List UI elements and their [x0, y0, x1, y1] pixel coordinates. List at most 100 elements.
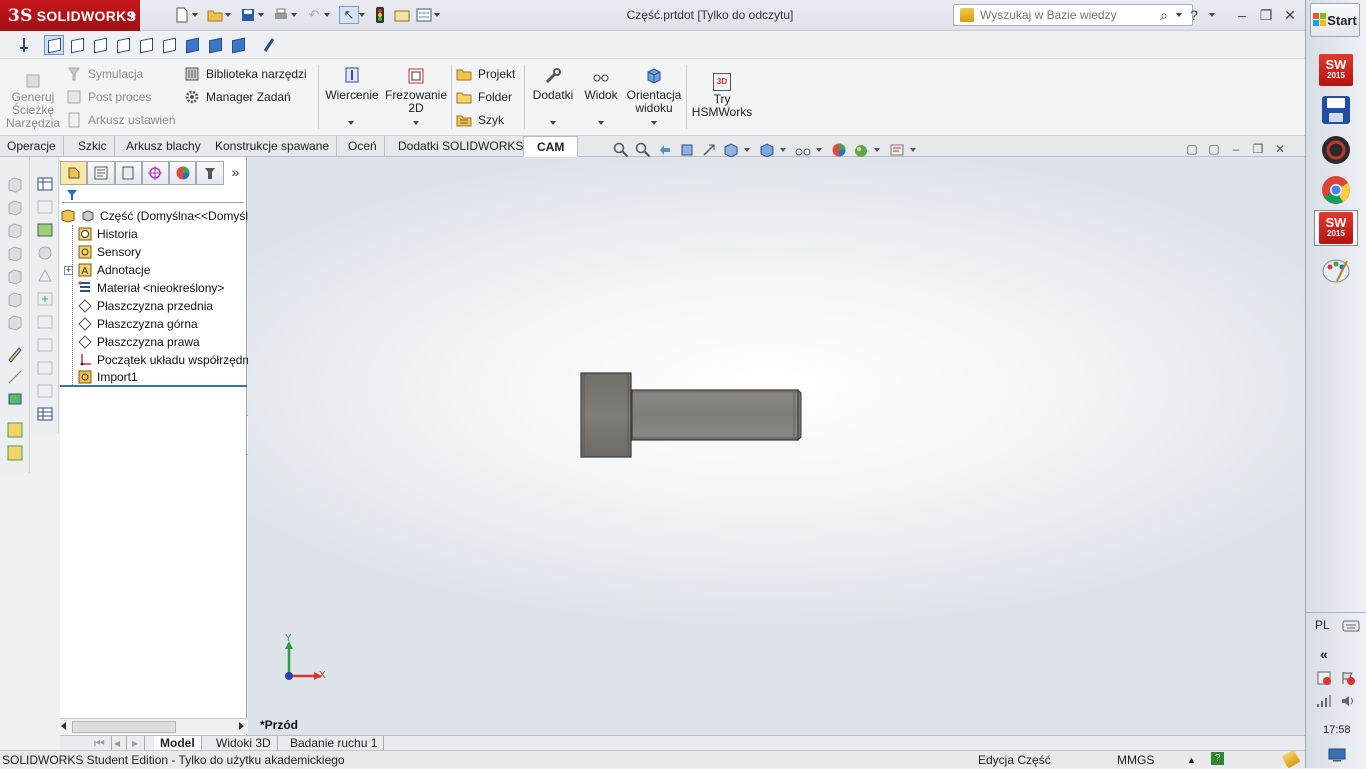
- undo-icon[interactable]: ↶: [304, 6, 324, 24]
- viewport-tile-right-icon[interactable]: ▢: [1207, 142, 1221, 156]
- save-icon[interactable]: [238, 6, 258, 24]
- start-button[interactable]: Start: [1310, 3, 1360, 37]
- setup-sheet-button[interactable]: Arkusz ustawień: [66, 112, 175, 128]
- feature-tree-filter[interactable]: [62, 187, 244, 203]
- bolt-model[interactable]: [580, 372, 802, 458]
- milling-2d-button[interactable]: Frezowanie 2D: [384, 66, 448, 115]
- display-manager-tab-icon[interactable]: [169, 161, 197, 185]
- tab-scroll-prev-icon[interactable]: ◂: [108, 736, 128, 750]
- view-orientation-button[interactable]: Orientacja widoku: [625, 66, 683, 115]
- thickness-analysis-icon[interactable]: [36, 382, 54, 400]
- taskbar-chrome[interactable]: [1314, 172, 1358, 208]
- feature-tree-tab-icon[interactable]: [60, 161, 88, 185]
- taskbar-save-app[interactable]: [1314, 92, 1358, 128]
- graphics-area[interactable]: Y X *Przód: [248, 157, 1305, 735]
- gear-icon[interactable]: [36, 244, 54, 262]
- tree-item-front-plane[interactable]: Płaszczyzna przednia: [60, 297, 247, 315]
- tab-model[interactable]: Model: [154, 736, 202, 750]
- tab-sketch[interactable]: Szkic: [71, 136, 115, 156]
- view-selector-button[interactable]: [259, 35, 279, 55]
- new-dropdown[interactable]: [192, 6, 199, 24]
- show-desktop-icon[interactable]: [1328, 748, 1346, 762]
- tray-network-alert-icon[interactable]: [1316, 670, 1332, 686]
- scroll-right-icon[interactable]: [239, 722, 244, 730]
- tab-solidworks-addins[interactable]: Dodatki SOLIDWORKS: [391, 136, 532, 156]
- sketch-icon[interactable]: [6, 345, 24, 363]
- drilling-button[interactable]: Wiercenie: [324, 66, 380, 102]
- print-dropdown[interactable]: [291, 6, 298, 24]
- new-document-icon[interactable]: [172, 6, 192, 24]
- select-pointer-icon[interactable]: ↖: [339, 6, 359, 24]
- options-icon[interactable]: [414, 6, 434, 24]
- file-properties-icon[interactable]: [392, 6, 412, 24]
- system-clock[interactable]: 17:58: [1323, 724, 1351, 736]
- addins-dropdown[interactable]: [550, 121, 556, 125]
- design-table-icon[interactable]: [36, 198, 54, 216]
- section-properties-icon[interactable]: [36, 313, 54, 331]
- smart-dimension-icon[interactable]: [6, 368, 24, 386]
- tree-item-origin[interactable]: Początek układu współrzędnych: [60, 351, 268, 369]
- restore-button[interactable]: ❐: [1257, 7, 1275, 24]
- drilling-dropdown[interactable]: [348, 121, 354, 125]
- milling-2d-dropdown[interactable]: [413, 121, 419, 125]
- taskbar-app-dark[interactable]: [1314, 132, 1358, 168]
- tree-item-sensors[interactable]: Sensory: [60, 243, 247, 261]
- bottom-view-button[interactable]: [159, 35, 179, 55]
- view-orientation-dropdown[interactable]: [651, 121, 657, 125]
- search-icon[interactable]: ⌕: [1160, 7, 1168, 24]
- quick-tips-tag-icon[interactable]: [1281, 749, 1301, 769]
- tree-item-top-plane[interactable]: Płaszczyzna górna: [60, 315, 247, 333]
- simulation-button[interactable]: Symulacja: [66, 66, 143, 82]
- top-view-button[interactable]: [136, 35, 156, 55]
- tree-item-annotations[interactable]: + A Adnotacje: [60, 261, 247, 279]
- move-face-icon[interactable]: [6, 391, 24, 409]
- addins-button[interactable]: Dodatki: [530, 66, 576, 102]
- configuration-manager-tab-icon[interactable]: [114, 161, 142, 185]
- tree-item-history[interactable]: Historia: [60, 225, 247, 243]
- tab-weldments[interactable]: Konstrukcje spawane: [208, 136, 338, 156]
- search-input[interactable]: [980, 8, 1160, 22]
- mirror-part-icon[interactable]: [6, 444, 24, 462]
- viewport-minimize-icon[interactable]: –: [1229, 142, 1243, 156]
- tab-scroll-next-icon[interactable]: ▸: [126, 736, 146, 750]
- insert-part-icon[interactable]: [6, 421, 24, 439]
- rebuild-traffic-light-icon[interactable]: [370, 6, 390, 24]
- configuration-icon[interactable]: [36, 221, 54, 239]
- left-view-button[interactable]: [90, 35, 110, 55]
- project-button[interactable]: Projekt: [456, 66, 515, 82]
- tree-item-right-plane[interactable]: Płaszczyzna prawa: [60, 333, 247, 351]
- scroll-left-icon[interactable]: [61, 722, 66, 730]
- tab-sheet-metal[interactable]: Arkusz blachy: [119, 136, 209, 156]
- search-dropdown[interactable]: [1175, 6, 1183, 24]
- minimize-button[interactable]: –: [1233, 7, 1251, 23]
- tree-root-part[interactable]: Część (Domyślna<<Domyślna>: [60, 207, 268, 225]
- viewport-tile-left-icon[interactable]: ▢: [1185, 142, 1199, 156]
- cut-extrude-icon[interactable]: [6, 267, 24, 285]
- save-dropdown[interactable]: [258, 6, 265, 24]
- back-view-button[interactable]: [67, 35, 87, 55]
- tab-operations[interactable]: Operacje: [0, 136, 64, 156]
- undo-dropdown[interactable]: [324, 6, 331, 24]
- tree-item-material[interactable]: Materiał <nieokreślony>: [60, 279, 247, 297]
- dimetric-view-button[interactable]: [228, 35, 248, 55]
- close-button[interactable]: ✕: [1281, 7, 1299, 24]
- measure-icon[interactable]: [36, 267, 54, 285]
- scrollbar-thumb[interactable]: [72, 721, 176, 733]
- tab-cam[interactable]: CAM: [523, 136, 579, 157]
- task-manager-button[interactable]: Manager Zadań: [184, 89, 291, 105]
- normal-to-icon[interactable]: [14, 35, 34, 55]
- open-dropdown[interactable]: [225, 6, 232, 24]
- right-view-button[interactable]: [113, 35, 133, 55]
- signal-strength-icon[interactable]: [1316, 694, 1332, 708]
- taskbar-paint[interactable]: [1314, 252, 1358, 288]
- tool-library-button[interactable]: Biblioteka narzędzi: [184, 66, 307, 82]
- taskbar-solidworks-pinned[interactable]: SW 2015: [1314, 52, 1358, 88]
- trimetric-view-button[interactable]: [205, 35, 225, 55]
- units-dropdown-icon[interactable]: ▲: [1187, 755, 1196, 765]
- folder-button[interactable]: Folder: [456, 89, 512, 105]
- post-process-button[interactable]: Post proces: [66, 89, 151, 105]
- print-icon[interactable]: [271, 6, 291, 24]
- isometric-view-button[interactable]: [182, 35, 202, 55]
- tab-evaluate[interactable]: Oceń: [341, 136, 385, 156]
- loft-icon[interactable]: [6, 244, 24, 262]
